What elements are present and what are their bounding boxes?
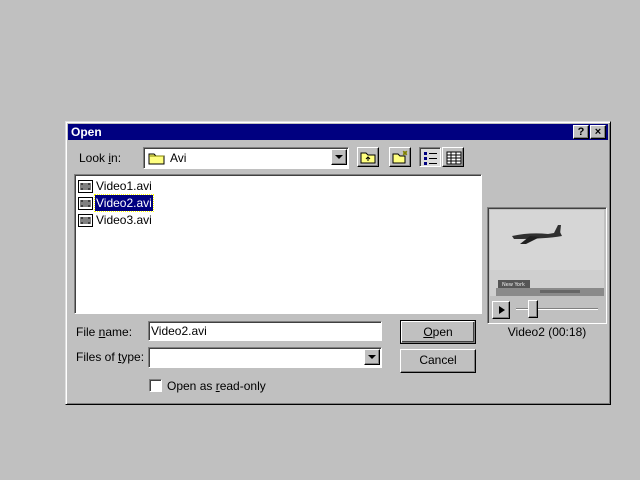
open-button-face: Open bbox=[401, 321, 475, 343]
files-of-type-combo[interactable] bbox=[148, 347, 382, 368]
help-button[interactable]: ? bbox=[573, 125, 589, 139]
preview-panel: New York bbox=[487, 207, 607, 324]
new-folder-button[interactable] bbox=[389, 147, 411, 167]
help-icon: ? bbox=[577, 126, 585, 138]
sign-text: New York bbox=[502, 282, 525, 288]
file-name-value: Video2.avi bbox=[151, 324, 207, 338]
chevron-down-icon[interactable] bbox=[331, 149, 347, 165]
cancel-button-label: Cancel bbox=[419, 353, 457, 367]
look-in-combo[interactable]: Avi bbox=[143, 147, 349, 169]
file-list-item[interactable]: Video2.avi bbox=[78, 194, 278, 212]
cancel-button[interactable]: Cancel bbox=[400, 349, 476, 373]
play-icon bbox=[499, 306, 505, 314]
video-file-icon bbox=[78, 180, 93, 193]
file-name-label: File name: bbox=[76, 325, 133, 339]
file-name-input[interactable]: Video2.avi bbox=[148, 321, 382, 341]
preview-caption: Video2 (00:18) bbox=[507, 325, 587, 339]
details-view-button[interactable] bbox=[442, 147, 464, 167]
close-button[interactable]: × bbox=[590, 125, 606, 139]
new-folder-icon bbox=[392, 150, 408, 164]
file-list-item-label: Video3.avi bbox=[96, 213, 152, 227]
file-list-item-label: Video2.avi bbox=[94, 194, 154, 212]
look-in-label: Look in: bbox=[79, 151, 122, 165]
look-in-value: Avi bbox=[170, 151, 187, 165]
file-list-item[interactable]: Video3.avi bbox=[78, 212, 278, 228]
folder-up-icon bbox=[360, 152, 376, 164]
dialog-title: Open bbox=[71, 125, 102, 139]
video-file-icon bbox=[78, 197, 93, 210]
file-list-item-label: Video1.avi bbox=[96, 179, 152, 193]
title-bar[interactable]: Open ? × bbox=[68, 124, 608, 140]
list-view-button[interactable] bbox=[419, 147, 441, 167]
video-file-icon bbox=[78, 214, 93, 227]
details-view-icon bbox=[446, 151, 462, 165]
open-button[interactable]: Open bbox=[400, 320, 476, 344]
seek-slider-thumb[interactable] bbox=[528, 300, 538, 318]
files-of-type-label: Files of type: bbox=[76, 350, 145, 364]
read-only-checkbox[interactable] bbox=[149, 379, 162, 392]
video-preview-frame: New York bbox=[490, 210, 604, 296]
file-list-item[interactable]: Video1.avi bbox=[78, 178, 278, 194]
open-button-label: Open bbox=[423, 325, 453, 339]
file-list[interactable]: Video1.avi Video2.avi Video3.avi bbox=[74, 174, 482, 314]
read-only-label[interactable]: Open as read-only bbox=[167, 379, 266, 393]
folder-icon bbox=[148, 153, 165, 165]
up-one-level-button[interactable] bbox=[357, 147, 379, 167]
chevron-down-icon[interactable] bbox=[364, 349, 380, 365]
list-view-icon bbox=[424, 152, 437, 165]
close-icon: × bbox=[594, 126, 602, 138]
play-button[interactable] bbox=[492, 301, 510, 319]
